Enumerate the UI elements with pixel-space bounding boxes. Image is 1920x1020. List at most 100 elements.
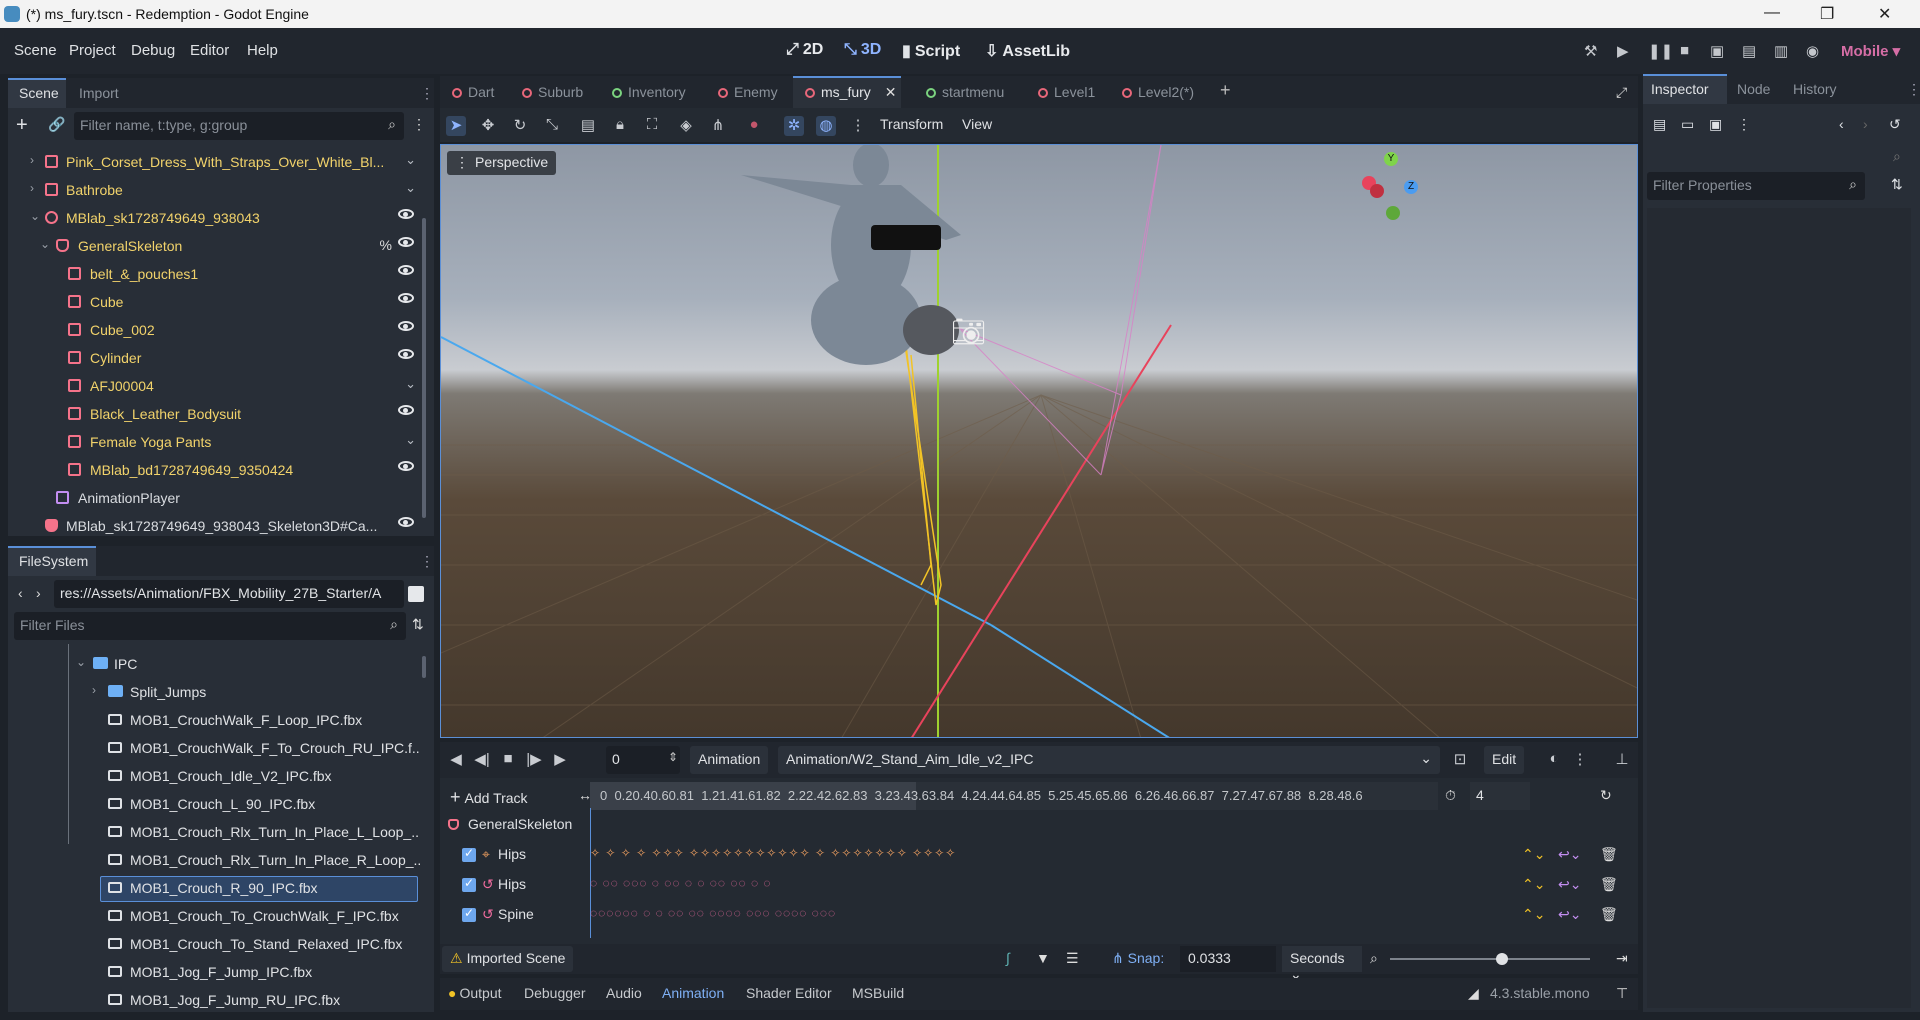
expand-arrow-icon[interactable]: ›: [30, 153, 34, 167]
view-menu[interactable]: View: [962, 116, 992, 132]
filesystem-filter-input[interactable]: Filter Files ⌕: [14, 612, 406, 640]
workspace-script-button[interactable]: ▮ Script: [902, 41, 960, 61]
restore-icon[interactable]: ❐: [1820, 4, 1834, 24]
spin-arrows-icon[interactable]: ⇕: [668, 750, 678, 764]
tab-scene-level1[interactable]: Level1: [1038, 84, 1095, 100]
animation-select[interactable]: Animation/W2_Stand_Aim_Idle_v2_IPC ⌄: [778, 746, 1440, 774]
tab-node[interactable]: Node: [1737, 81, 1770, 97]
back-icon[interactable]: ‹: [18, 585, 23, 601]
collapse-arrow-icon[interactable]: ⌄: [40, 237, 50, 251]
pin-icon[interactable]: ⊥: [1612, 750, 1632, 770]
link-icon[interactable]: 🔗: [48, 116, 65, 133]
delete-track-icon[interactable]: 🗑︎: [1600, 906, 1618, 923]
workspace-3d-button[interactable]: ⤡ 3D: [844, 41, 881, 59]
visibility-eye-icon[interactable]: [398, 293, 414, 303]
renderer-select[interactable]: Mobile ▾: [1841, 42, 1900, 60]
snap-input[interactable]: 0.0333: [1180, 946, 1276, 972]
resource-menu-icon[interactable]: ⋮: [1737, 116, 1751, 133]
movie-maker-icon[interactable]: ◉: [1806, 42, 1819, 60]
tree-node[interactable]: Cylinder: [8, 344, 418, 372]
track-row[interactable]: ↺ Spine ◌◌◌◌◌◌ ◌ ◌ ◌◌ ◌◌ ◌◌◌◌ ◌◌◌ ◌◌◌◌ ◌…: [440, 900, 1638, 930]
close-window-icon[interactable]: ✕: [1878, 4, 1891, 24]
tree-node[interactable]: AnimationPlayer: [8, 484, 418, 512]
dock-menu-icon[interactable]: ⋮: [420, 85, 434, 102]
forward-icon[interactable]: ›: [36, 585, 41, 601]
tab-import[interactable]: Import: [79, 85, 119, 101]
visibility-eye-icon[interactable]: [398, 265, 414, 275]
expand-arrow-icon[interactable]: ›: [30, 181, 34, 195]
track-enabled-checkbox[interactable]: [462, 906, 476, 922]
file-item[interactable]: MOB1_Crouch_L_90_IPC.fbx: [8, 790, 413, 818]
hidden-visibility-icon[interactable]: ⌄: [405, 152, 416, 168]
file-item[interactable]: MOB1_Crouch_Rlx_Turn_In_Place_R_Loop_...: [8, 846, 420, 874]
pause-icon[interactable]: ❚❚: [1648, 42, 1673, 60]
move-tool-icon[interactable]: ✥: [478, 116, 498, 136]
track-row[interactable]: ↺ Hips ◌ ◌◌ ◌◌◌ ◌ ◌◌ ◌ ◌ ◌◌ ◌◌ ◌ ◌ ⌃⌄ ↩⌄…: [440, 870, 1638, 900]
save-resource-icon[interactable]: ▣: [1709, 116, 1722, 133]
rotate-tool-icon[interactable]: ↻: [510, 116, 530, 136]
filter-options-icon[interactable]: ⋮: [412, 116, 426, 133]
new-tab-icon[interactable]: +: [1220, 80, 1231, 101]
file-item[interactable]: MOB1_CrouchWalk_F_Loop_IPC.fbx: [8, 706, 413, 734]
track-enabled-checkbox[interactable]: [462, 846, 476, 862]
tree-node[interactable]: ⌄ GeneralSkeleton%: [8, 232, 418, 260]
snap-unit-select[interactable]: Seconds ⌄: [1282, 946, 1362, 982]
tab-scene-dart[interactable]: Dart: [452, 84, 494, 100]
tree-node[interactable]: MBlab_bd1728749649_9350424: [8, 456, 418, 484]
tab-history[interactable]: History: [1793, 81, 1837, 97]
tab-output[interactable]: ● Output: [448, 985, 502, 1001]
play-from-start-icon[interactable]: |▶: [524, 750, 544, 770]
filesystem-scrollbar[interactable]: [422, 656, 426, 678]
keyframes[interactable]: ◌◌◌◌◌◌ ◌ ◌ ◌◌ ◌◌ ◌◌◌◌ ◌◌◌ ◌◌◌◌ ◌◌◌: [590, 906, 836, 920]
tab-scene-startmenu[interactable]: startmenu: [926, 84, 1004, 100]
expand-panel-icon[interactable]: ⊤: [1616, 985, 1628, 1002]
stop-animation-icon[interactable]: ■: [498, 750, 518, 770]
track-row[interactable]: ⌖ Hips ✧ ✧ ✧ ✧ ✧✧✧ ✧✧✧✧✧✧✧✧✧✧✧ ✧ ✧✧✧✧✧✧✧…: [440, 840, 1638, 870]
local-space-icon[interactable]: ◈: [676, 116, 696, 136]
menu-project[interactable]: Project: [69, 42, 116, 59]
visibility-eye-icon[interactable]: [398, 349, 414, 359]
add-track-button[interactable]: + Add Track: [450, 787, 528, 808]
scale-tool-icon[interactable]: ⤡: [542, 116, 562, 136]
tab-scene-ms-fury[interactable]: ms_fury ✕: [805, 84, 897, 101]
keyframes[interactable]: ✧ ✧ ✧ ✧ ✧✧✧ ✧✧✧✧✧✧✧✧✧✧✧ ✧ ✧✧✧✧✧✧✧ ✧✧✧✧: [590, 846, 956, 860]
delete-track-icon[interactable]: 🗑︎: [1600, 876, 1618, 893]
sun-preview-icon[interactable]: ✲: [784, 116, 804, 136]
path-field[interactable]: res://Assets/Animation/FBX_Mobility_27B_…: [54, 580, 404, 608]
property-options-icon[interactable]: ⇅: [1891, 176, 1903, 193]
tree-node[interactable]: › Bathrobe ⌄: [8, 176, 418, 204]
select-tool-icon[interactable]: ➤: [446, 116, 466, 136]
delete-track-icon[interactable]: 🗑︎: [1600, 846, 1618, 863]
tree-node[interactable]: belt_&_pouches1: [8, 260, 418, 288]
play-backwards-icon[interactable]: ◀: [446, 750, 466, 770]
add-node-icon[interactable]: +: [16, 114, 28, 137]
tree-node[interactable]: Cube: [8, 288, 418, 316]
menu-debug[interactable]: Debug: [131, 42, 175, 59]
visibility-eye-icon[interactable]: [398, 209, 414, 219]
animation-options-icon[interactable]: ⋮: [1570, 750, 1590, 770]
menu-scene[interactable]: Scene: [14, 42, 57, 59]
tab-audio[interactable]: Audio: [606, 985, 642, 1001]
loop-icon[interactable]: ↻: [1600, 787, 1612, 804]
visibility-eye-icon[interactable]: [398, 321, 414, 331]
hidden-visibility-icon[interactable]: ⌄: [405, 180, 416, 196]
bezier-icon[interactable]: ∫: [1006, 950, 1010, 966]
file-item[interactable]: MOB1_Crouch_Idle_V2_IPC.fbx: [8, 762, 413, 790]
toggle-split-icon[interactable]: [408, 586, 424, 602]
tab-scene-enemy[interactable]: Enemy: [718, 84, 778, 100]
animation-length-input[interactable]: 4: [1470, 782, 1530, 810]
tab-shader-editor[interactable]: Shader Editor: [746, 985, 832, 1001]
object-history-icon[interactable]: ↺: [1889, 116, 1901, 133]
new-resource-icon[interactable]: ▤: [1653, 116, 1666, 133]
tab-scene[interactable]: Scene: [19, 85, 59, 101]
sort-icon[interactable]: ⇅: [412, 616, 424, 633]
autoplay-icon[interactable]: ⊡: [1450, 750, 1470, 770]
tab-animation[interactable]: Animation: [662, 985, 724, 1001]
tab-debugger[interactable]: Debugger: [524, 985, 586, 1001]
snap-toggle[interactable]: ⋔ Snap:: [1112, 950, 1164, 967]
hidden-visibility-icon[interactable]: ⌄: [405, 376, 416, 392]
skeleton-tool-icon[interactable]: ●: [744, 116, 764, 136]
zoom-slider-handle[interactable]: [1496, 953, 1508, 965]
file-item[interactable]: MOB1_Jog_F_Jump_RU_IPC.fbx: [8, 986, 413, 1012]
tree-node[interactable]: AFJ00004 ⌄: [8, 372, 418, 400]
